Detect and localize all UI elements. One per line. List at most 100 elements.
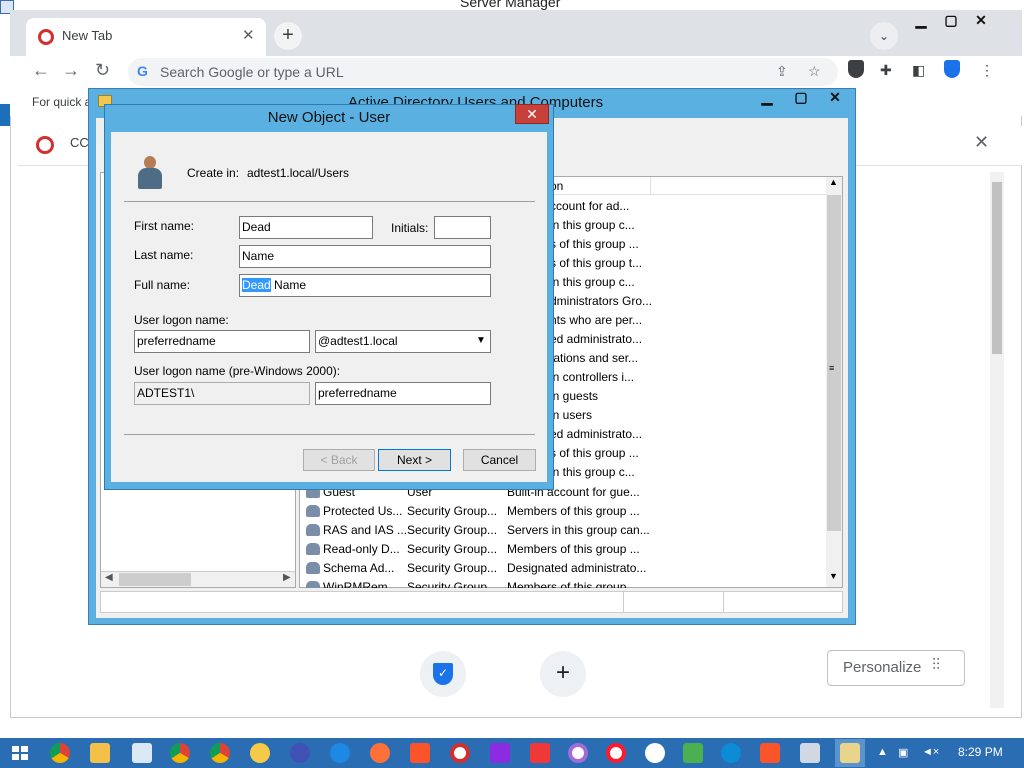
- divider: [124, 201, 535, 202]
- clock[interactable]: 8:29 PM: [958, 745, 1003, 759]
- reload-button[interactable]: ↻: [95, 60, 110, 81]
- tab-title: New Tab: [62, 28, 113, 43]
- network-icon[interactable]: ▣: [898, 746, 908, 759]
- list-item[interactable]: Read-only D... Security Group... Members o…: [300, 540, 826, 559]
- extensions-puzzle-icon[interactable]: ✚: [880, 62, 892, 79]
- opera-taskbar-icon[interactable]: [606, 743, 626, 763]
- initials-field[interactable]: [434, 216, 491, 239]
- tree-scroll-thumb[interactable]: [119, 573, 191, 586]
- tab-close-icon[interactable]: ✕: [242, 26, 255, 44]
- personalize-label: Personalize: [843, 659, 922, 676]
- brave-nightly-taskbar-icon[interactable]: [490, 743, 510, 763]
- tab-new-tab[interactable]: New Tab ✕: [26, 18, 266, 56]
- server-manager-taskbar-icon[interactable]: [800, 743, 820, 763]
- logon-name-label: User logon name:: [134, 313, 229, 327]
- aduc-taskbar-icon: [840, 743, 860, 763]
- tray-overflow-icon[interactable]: ▲: [877, 746, 888, 758]
- google-icon: G: [137, 63, 148, 79]
- opera-gx-taskbar-icon[interactable]: [568, 743, 588, 763]
- scroll-left-icon[interactable]: ◀: [105, 572, 113, 583]
- full-name-field[interactable]: Dead Name: [239, 274, 491, 297]
- aduc-close-button[interactable]: ✕: [818, 89, 852, 109]
- add-shortcut-button[interactable]: +: [540, 651, 586, 697]
- chrome-taskbar-icon[interactable]: [50, 743, 70, 763]
- pre2000-label: User logon name (pre-Windows 2000):: [134, 364, 341, 378]
- bookmark-star-icon[interactable]: ☆: [808, 63, 821, 80]
- grip-icon: ≡: [829, 363, 835, 373]
- list-vertical-scrollbar[interactable]: ▲ ≡ ▼: [826, 177, 842, 587]
- page-scrollbar-thumb[interactable]: [992, 182, 1002, 354]
- shortcut-shield[interactable]: ✓: [420, 651, 466, 697]
- logon-name-field[interactable]: preferredname: [134, 330, 310, 353]
- initials-label: Initials:: [391, 221, 429, 235]
- item-name: Schema Ad...: [323, 561, 395, 575]
- extension-blue-shield-icon[interactable]: [944, 60, 960, 78]
- upn-suffix-dropdown[interactable]: @adtest1.local: [315, 330, 491, 353]
- aduc-maximize-button[interactable]: ▢: [784, 89, 818, 109]
- forward-button[interactable]: →: [62, 60, 80, 81]
- info-bar-close-icon[interactable]: ✕: [974, 132, 989, 153]
- close-button[interactable]: ✕: [966, 10, 996, 32]
- item-type: Security Group...: [407, 542, 498, 556]
- menu-kebab-icon[interactable]: ⋮: [980, 62, 994, 79]
- firefox-nightly-taskbar-icon[interactable]: [290, 743, 310, 763]
- item-type: Security Group...: [407, 561, 498, 575]
- list-item[interactable]: Schema Ad... Security Group... Designated …: [300, 559, 826, 578]
- extension-shield-icon[interactable]: [848, 60, 864, 78]
- ccleaner-browser-taskbar-icon[interactable]: [450, 743, 470, 763]
- start-button[interactable]: [0, 738, 40, 768]
- item-description: Members of this group ...: [507, 542, 640, 556]
- partial-description: in guests: [550, 389, 599, 403]
- scroll-down-icon[interactable]: ▼: [829, 571, 838, 581]
- share-icon[interactable]: ⇪: [776, 63, 788, 80]
- firefox-taskbar-icon[interactable]: [370, 743, 390, 763]
- upn-suffix-value: @adtest1.local: [318, 334, 398, 348]
- tree-horizontal-scrollbar[interactable]: ◀ ▶: [101, 571, 295, 587]
- dialog-body: [111, 132, 547, 482]
- new-tab-button[interactable]: +: [274, 22, 302, 50]
- file-explorer-taskbar-icon[interactable]: [90, 743, 110, 763]
- next-button[interactable]: Next >: [378, 449, 451, 471]
- brave-beta-taskbar-icon[interactable]: [760, 743, 780, 763]
- list-item[interactable]: RAS and IAS ... Security Group... Servers …: [300, 521, 826, 540]
- address-bar[interactable]: G Search Google or type a URL ⇪ ☆: [128, 58, 838, 86]
- chrome-beta-taskbar-icon[interactable]: [210, 743, 230, 763]
- side-panel-icon[interactable]: ◧: [912, 62, 925, 79]
- partial-description: in controllers i...: [550, 370, 635, 384]
- item-name: Protected Us...: [323, 504, 403, 518]
- cancel-button[interactable]: Cancel: [463, 449, 536, 471]
- tab-search-button[interactable]: ⌄: [870, 22, 898, 50]
- minimize-button[interactable]: ▁: [906, 10, 936, 32]
- scroll-up-icon[interactable]: ▲: [829, 177, 838, 187]
- dialog-close-button[interactable]: ✕: [515, 104, 549, 124]
- edge-taskbar-icon[interactable]: [721, 743, 741, 763]
- maximize-button[interactable]: ▢: [936, 10, 966, 32]
- chrome-canary-taskbar-icon[interactable]: [170, 743, 190, 763]
- partial-description: nts who are per...: [550, 313, 643, 327]
- scroll-right-icon[interactable]: ▶: [283, 572, 291, 583]
- maxthon-taskbar-icon[interactable]: [683, 743, 703, 763]
- pre2000-logon-field[interactable]: preferredname: [315, 382, 491, 405]
- list-item[interactable]: Protected Us... Security Group... Members …: [300, 502, 826, 521]
- user-icon: [136, 156, 164, 190]
- partial-description: s of this group t...: [550, 256, 643, 270]
- last-name-field[interactable]: Name: [239, 245, 491, 268]
- yandex-taskbar-icon[interactable]: [645, 743, 665, 763]
- first-name-field[interactable]: Dead: [239, 216, 373, 239]
- back-button[interactable]: ←: [32, 60, 50, 81]
- vivaldi-taskbar-icon[interactable]: [530, 743, 550, 763]
- notepad-taskbar-icon[interactable]: [132, 743, 152, 763]
- aduc-minimize-button[interactable]: ▁: [750, 89, 784, 109]
- chevron-down-icon[interactable]: ▼: [476, 335, 486, 346]
- volume-muted-icon[interactable]: ◄×: [922, 746, 939, 758]
- chrome-dev-taskbar-icon[interactable]: [250, 743, 270, 763]
- list-item[interactable]: WinRMRem... Security Group... Members of t…: [300, 578, 826, 588]
- firefox-dev-taskbar-icon[interactable]: [330, 743, 350, 763]
- personalize-button[interactable]: Personalize ⫶⫶: [827, 650, 965, 686]
- item-type: Security Group...: [407, 580, 498, 588]
- aduc-window-controls: ▁ ▢ ✕: [750, 89, 856, 109]
- group-icon: [306, 524, 320, 536]
- back-button: < Back: [303, 449, 375, 471]
- ccleaner-icon: [36, 136, 54, 154]
- brave-taskbar-icon[interactable]: [410, 743, 430, 763]
